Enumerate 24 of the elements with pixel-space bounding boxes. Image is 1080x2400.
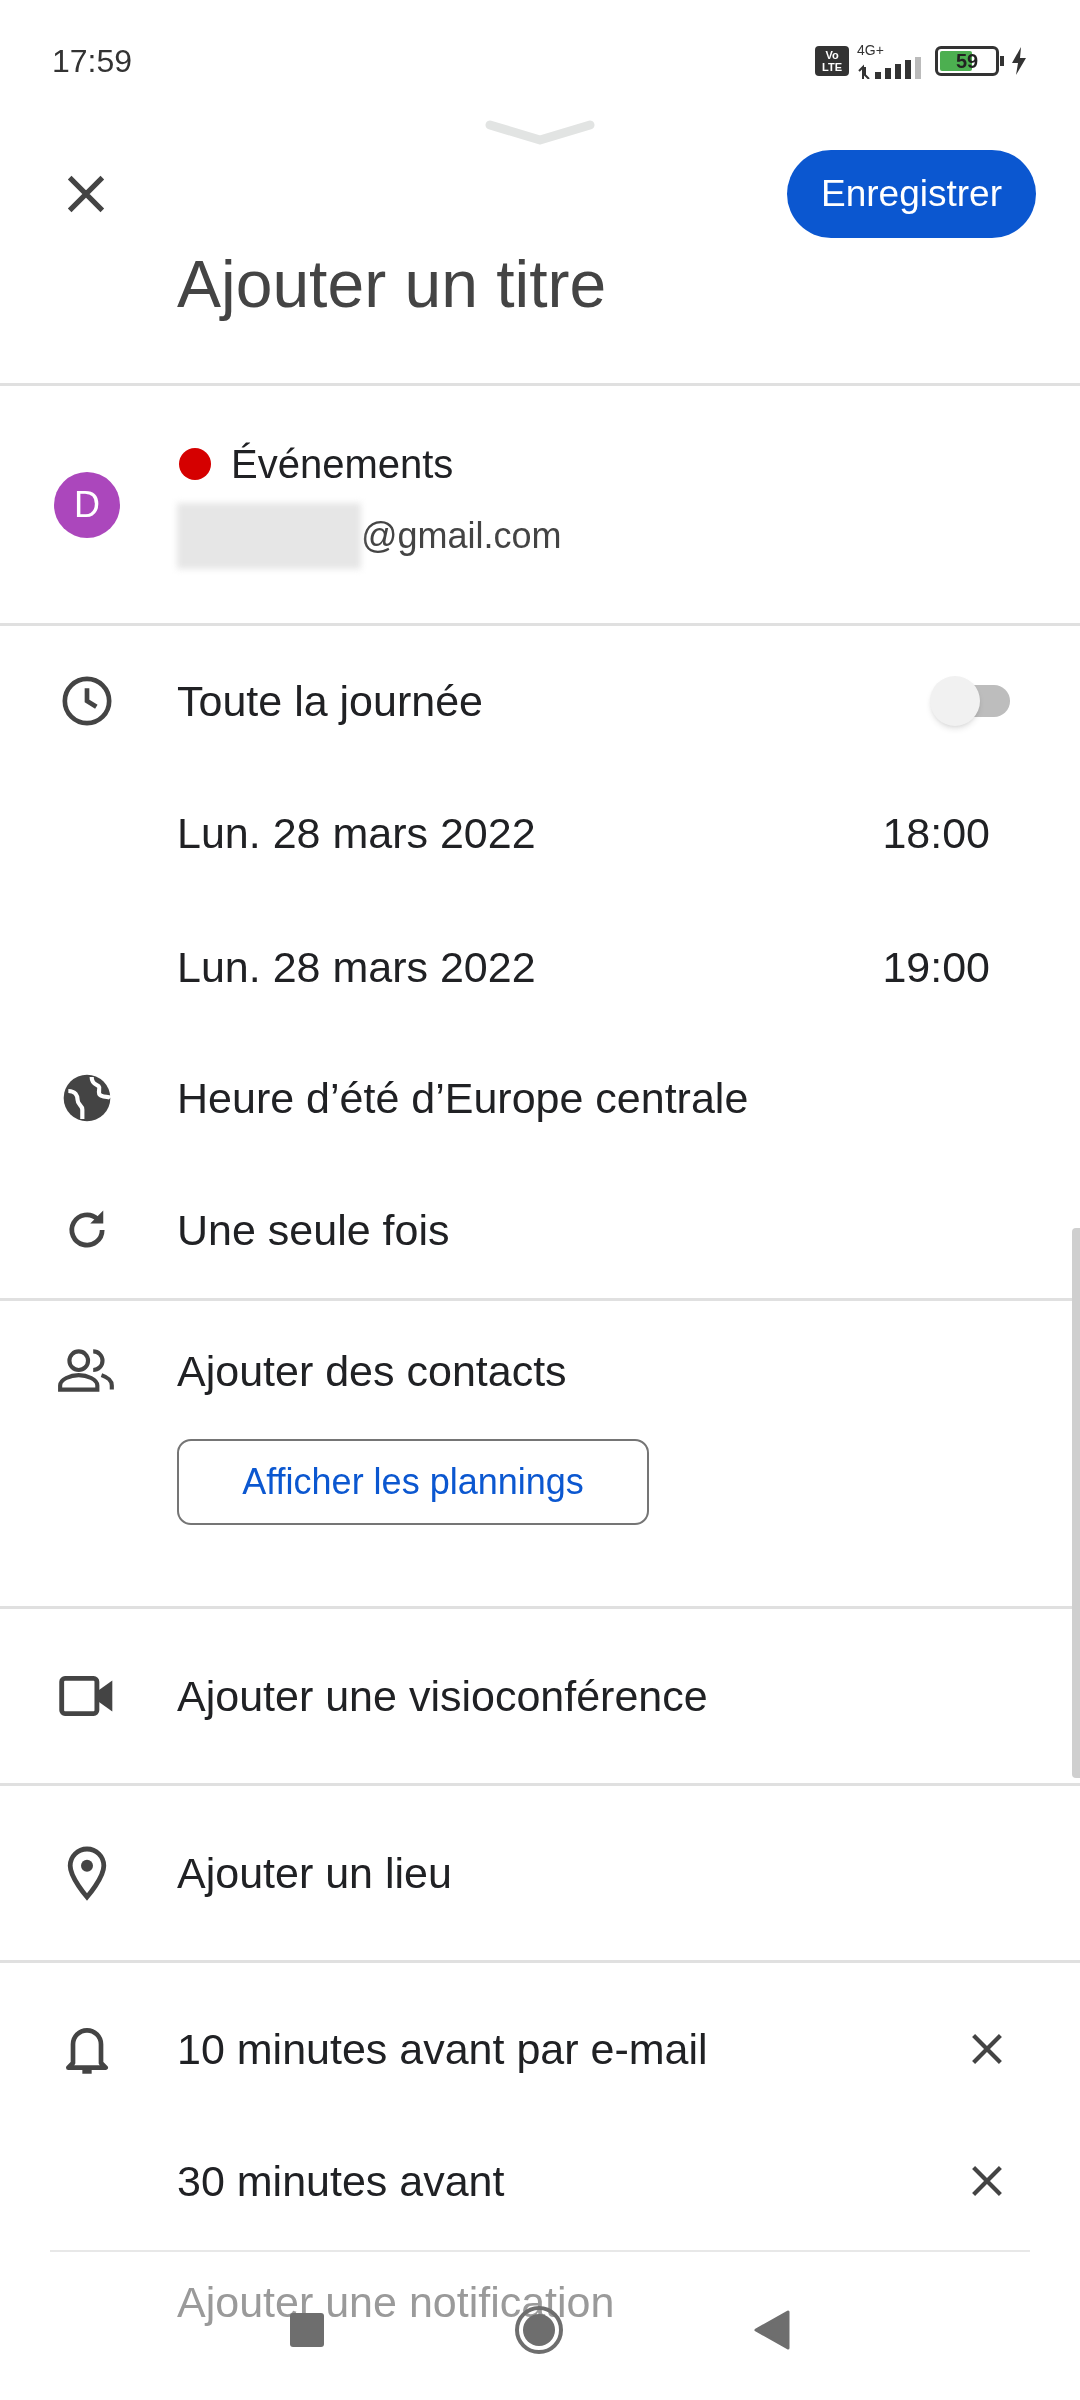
schedules-button[interactable]: Afficher les plannings xyxy=(177,1439,649,1525)
row-label[interactable]: Ajouter des contacts xyxy=(177,1346,567,1396)
row-label[interactable]: Une seule fois xyxy=(177,1205,450,1255)
save-button[interactable]: Enregistrer xyxy=(787,150,1036,238)
row-label[interactable]: Ajouter un lieu xyxy=(177,1848,452,1898)
time-value[interactable]: 18:00 xyxy=(882,800,990,866)
account-email: @gmail.com xyxy=(361,513,562,558)
collapse-handle[interactable] xyxy=(485,120,595,146)
row-label[interactable]: Lun. 28 mars 2022 xyxy=(177,942,536,992)
network-type: 4G+ xyxy=(857,43,884,57)
back-nav-icon[interactable] xyxy=(754,2310,790,2350)
row-label[interactable]: Toute la journée xyxy=(177,676,483,726)
row-label[interactable]: Heure d’été d’Europe centrale xyxy=(177,1073,749,1123)
row-label[interactable]: Lun. 28 mars 2022 xyxy=(177,808,536,858)
row-label[interactable]: 30 minutes avant xyxy=(177,2156,505,2206)
time-value[interactable]: 19:00 xyxy=(882,934,990,1000)
signal-icon xyxy=(857,57,923,79)
row-label[interactable]: Ajouter une visioconférence xyxy=(177,1671,708,1721)
avatar: D xyxy=(54,471,120,538)
row-label[interactable]: 10 minutes avant par e-mail xyxy=(177,2024,708,2074)
status-time: 17:59 xyxy=(52,42,133,81)
title-field[interactable]: Ajouter un titre xyxy=(177,246,607,322)
volte-icon: Vo LTE xyxy=(815,46,849,76)
calendar-name[interactable]: Événements xyxy=(231,440,454,487)
